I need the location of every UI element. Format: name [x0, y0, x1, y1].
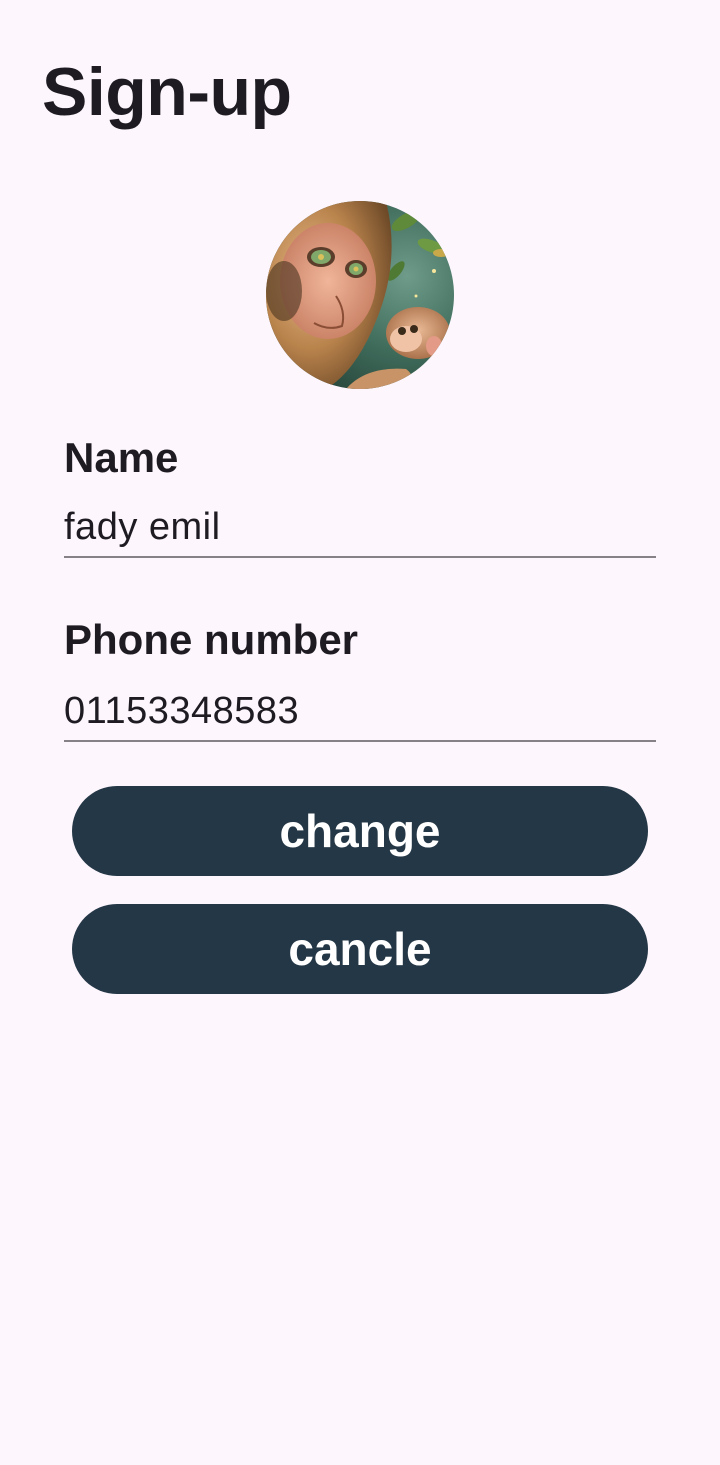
change-button[interactable]: change [72, 786, 648, 876]
page-title: Sign-up [42, 54, 292, 130]
phone-input[interactable] [64, 682, 656, 742]
avatar-image [266, 201, 454, 389]
cancel-button[interactable]: cancle [72, 904, 648, 994]
phone-label: Phone number [64, 616, 359, 663]
name-label: Name [64, 434, 179, 481]
profile-avatar[interactable] [266, 201, 454, 389]
name-input[interactable] [64, 498, 656, 558]
